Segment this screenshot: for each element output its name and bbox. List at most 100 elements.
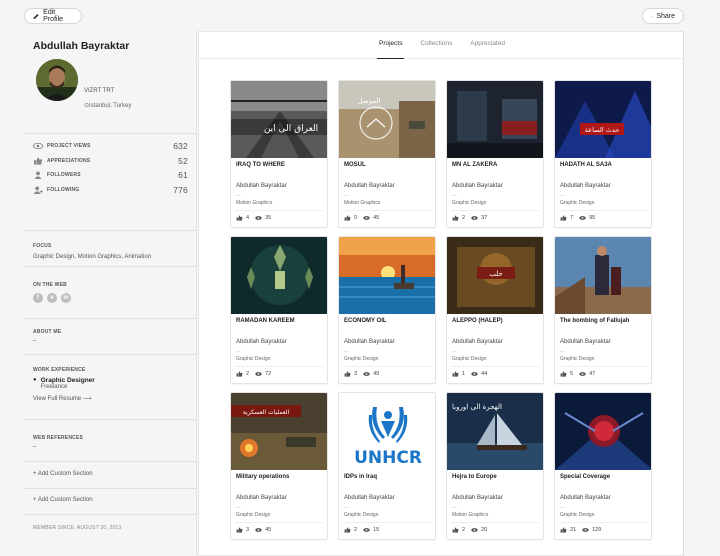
project-field: Graphic Design: [560, 512, 595, 518]
project-thumbnail[interactable]: [339, 237, 435, 314]
project-thumbnail[interactable]: الهجرة الى اوروبا: [447, 393, 543, 470]
add-custom-section-1[interactable]: + Add Custom Section: [24, 462, 197, 489]
view-count: 95: [589, 215, 596, 221]
project-thumbnail[interactable]: الموصل: [339, 81, 435, 158]
eye-icon: [255, 216, 262, 220]
tab-collections[interactable]: Collections: [418, 32, 454, 59]
project-card[interactable]: العراق الى اين IRAQ TO WHERE Abdullah Ba…: [230, 80, 328, 228]
project-owner[interactable]: Abdullah Bayraktar: [344, 183, 395, 189]
thumb-caption: الهجرة الى اوروبا: [452, 403, 502, 411]
stat-value: 632: [173, 141, 188, 152]
project-title[interactable]: MN AL ZAKERA: [452, 162, 497, 168]
eye-icon: [363, 216, 370, 220]
project-separator: —: [452, 505, 457, 511]
project-thumbnail[interactable]: [231, 237, 327, 314]
stat-label: PROJECT VIEWS: [47, 143, 91, 150]
project-card[interactable]: الهجرة الى اوروبا Hejra to Europe Abdull…: [446, 392, 544, 540]
eye-icon: [579, 372, 586, 376]
thumbs-up-icon: [236, 527, 243, 533]
project-thumbnail[interactable]: العراق الى اين: [231, 81, 327, 158]
project-title[interactable]: HADATH AL SA3A: [560, 162, 612, 168]
bullet-icon: ●: [33, 377, 37, 383]
project-thumbnail[interactable]: العمليات العسكرية: [231, 393, 327, 470]
project-owner[interactable]: Abdullah Bayraktar: [236, 495, 287, 501]
project-card[interactable]: UNHCR IDPs in Iraq Abdullah Bayraktar — …: [338, 392, 436, 540]
web-title: ON THE WEB: [33, 282, 67, 288]
project-thumbnail[interactable]: [555, 393, 651, 470]
stat-label: FOLLOWERS: [47, 172, 81, 179]
project-owner[interactable]: Abdullah Bayraktar: [560, 495, 611, 501]
card-divider: [559, 210, 647, 211]
add-custom-section-2[interactable]: + Add Custom Section: [24, 489, 197, 515]
project-owner[interactable]: Abdullah Bayraktar: [344, 495, 395, 501]
project-thumbnail[interactable]: [555, 237, 651, 314]
project-title[interactable]: The bombing of Fallujah: [560, 318, 629, 324]
edit-profile-button[interactable]: Edit Profile: [24, 8, 82, 24]
share-button[interactable]: Share: [642, 8, 684, 24]
work-experience-section: WORK EXPERIENCE ● Graphic Designer Freel…: [24, 355, 197, 420]
on-the-web-section: ON THE WEB f v in: [24, 276, 197, 319]
linkedin-icon[interactable]: in: [61, 293, 71, 303]
thumb-caption: العراق الى اين: [264, 124, 318, 134]
project-field: Motion Graphics: [344, 200, 381, 206]
avatar[interactable]: [36, 59, 78, 101]
project-thumbnail[interactable]: حدث الساعة: [555, 81, 651, 158]
project-owner[interactable]: Abdullah Bayraktar: [560, 183, 611, 189]
project-card[interactable]: The bombing of Fallujah Abdullah Bayrakt…: [554, 236, 652, 384]
project-owner[interactable]: Abdullah Bayraktar: [236, 183, 287, 189]
view-count: 49: [373, 371, 380, 377]
card-divider: [451, 366, 539, 367]
tab-appreciated[interactable]: Appreciated: [468, 32, 507, 59]
project-card[interactable]: MN AL ZAKERA Abdullah Bayraktar — Graphi…: [446, 80, 544, 228]
project-separator: —: [560, 193, 565, 199]
project-title[interactable]: IDPs in Iraq: [344, 474, 377, 480]
project-card[interactable]: RAMADAN KAREEM Abdullah Bayraktar — Grap…: [230, 236, 328, 384]
project-stats: 5 47: [560, 371, 595, 377]
focus-title: FOCUS: [33, 243, 52, 249]
project-owner[interactable]: Abdullah Bayraktar: [452, 339, 503, 345]
project-card[interactable]: Special Coverage Abdullah Bayraktar — Gr…: [554, 392, 652, 540]
project-owner[interactable]: Abdullah Bayraktar: [452, 183, 503, 189]
project-thumbnail[interactable]: [447, 81, 543, 158]
project-owner[interactable]: Abdullah Bayraktar: [344, 339, 395, 345]
vimeo-icon[interactable]: v: [47, 293, 57, 303]
facebook-icon[interactable]: f: [33, 293, 43, 303]
location-text: Istanbul, Turkey: [89, 103, 132, 109]
like-count: 0: [354, 215, 358, 221]
stat-followers: FOLLOWERS 61: [33, 168, 188, 183]
project-card[interactable]: حلب ALEPPO (HALEP) Abdullah Bayraktar — …: [446, 236, 544, 384]
project-card[interactable]: ECONOMY OIL Abdullah Bayraktar — Graphic…: [338, 236, 436, 384]
project-owner[interactable]: Abdullah Bayraktar: [236, 339, 287, 345]
like-count: 4: [246, 215, 250, 221]
project-card[interactable]: الموصل MOSUL Abdullah Bayraktar — Motion…: [338, 80, 436, 228]
view-count: 72: [265, 371, 272, 377]
project-title[interactable]: MOSUL: [344, 162, 366, 168]
project-title[interactable]: ECONOMY OIL: [344, 318, 387, 324]
project-thumbnail[interactable]: UNHCR: [339, 393, 435, 470]
project-field: Graphic Design: [452, 200, 487, 206]
project-title[interactable]: RAMADAN KAREEM: [236, 318, 295, 324]
tab-projects[interactable]: Projects: [377, 32, 405, 59]
project-field: Graphic Design: [236, 512, 271, 518]
project-title[interactable]: ALEPPO (HALEP): [452, 318, 503, 324]
view-resume-link[interactable]: View Full Resume ⟶: [33, 395, 188, 402]
eye-icon: [471, 216, 478, 220]
thumbs-up-icon: [452, 527, 459, 533]
project-card[interactable]: حدث الساعة HADATH AL SA3A Abdullah Bayra…: [554, 80, 652, 228]
stat-value: 61: [178, 170, 188, 181]
project-separator: —: [236, 349, 241, 355]
project-card[interactable]: العمليات العسكرية Military operations Ab…: [230, 392, 328, 540]
project-thumbnail[interactable]: حلب: [447, 237, 543, 314]
project-owner[interactable]: Abdullah Bayraktar: [560, 339, 611, 345]
project-owner[interactable]: Abdullah Bayraktar: [452, 495, 503, 501]
project-title[interactable]: Military operations: [236, 474, 289, 480]
like-count: 21: [570, 527, 577, 533]
project-field: Motion Graphics: [452, 512, 489, 518]
eye-icon: [363, 528, 370, 532]
project-separator: —: [344, 505, 349, 511]
project-title[interactable]: Special Coverage: [560, 474, 610, 480]
project-title[interactable]: Hejra to Europe: [452, 474, 497, 480]
project-title[interactable]: IRAQ TO WHERE: [236, 162, 285, 168]
card-divider: [235, 522, 323, 523]
project-stats: 7 95: [560, 215, 595, 221]
